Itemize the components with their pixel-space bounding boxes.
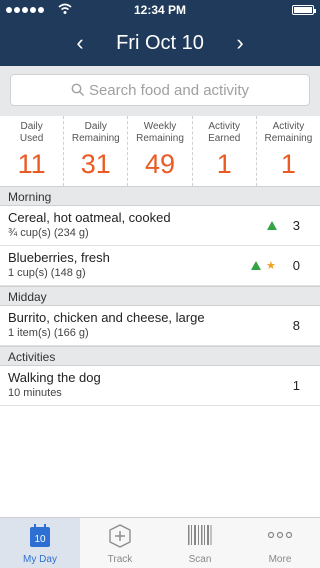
previous-day-button[interactable]: ‹ (60, 28, 100, 58)
tab-label: More (268, 554, 292, 565)
stat-label: Activity Remaining (264, 121, 313, 144)
triangle-icon (251, 261, 261, 270)
entry-portion: 1 item(s) (166 g) (8, 327, 89, 339)
food-entry-row[interactable]: Blueberries, fresh 1 cup(s) (148 g) ★ 0 (0, 246, 320, 286)
entry-name: Cereal, hot oatmeal, cooked (8, 210, 171, 225)
triangle-icon (267, 221, 277, 230)
stat-value: 1 (216, 149, 232, 179)
stat-label: Daily Used (19, 121, 44, 144)
date-navigator: ‹ Fri Oct 10 › (0, 28, 320, 58)
section-header-midday: Midday (0, 286, 320, 306)
stat-activity-earned[interactable]: Activity Earned 1 (193, 116, 257, 186)
tab-label: Track (107, 554, 133, 565)
stat-daily-used[interactable]: Daily Used 11 (0, 116, 65, 186)
search-placeholder: Search food and activity (88, 81, 250, 99)
calendar-icon: 10 (30, 524, 50, 547)
tab-label: My Day (23, 554, 57, 565)
tab-scan[interactable]: Scan (160, 518, 240, 568)
entry-points: 3 (292, 218, 300, 233)
stat-value: 31 (80, 149, 111, 179)
stat-activity-remaining[interactable]: Activity Remaining 1 (257, 116, 320, 186)
header: 12:34 PM ‹ Fri Oct 10 › (0, 0, 320, 66)
tab-more[interactable]: More (240, 518, 320, 568)
tab-track[interactable]: Track (80, 518, 160, 568)
section-header-morning: Morning (0, 186, 320, 206)
entry-portion: 1 cup(s) (148 g) (8, 267, 86, 279)
plus-circle-icon (109, 524, 131, 548)
stat-label: Activity Earned (208, 121, 241, 144)
points-summary: Daily Used 11 Daily Remaining 31 Weekly Rem… (0, 116, 320, 186)
barcode-icon (188, 525, 212, 545)
tab-label: Scan (188, 554, 212, 565)
section-header-activities: Activities (0, 346, 320, 366)
food-entry-row[interactable]: Burrito, chicken and cheese, large 1 ite… (0, 306, 320, 346)
status-time: 12:34 PM (133, 3, 187, 17)
stat-weekly-remaining[interactable]: Weekly Remaining 49 (128, 116, 193, 186)
more-dots-icon (267, 531, 293, 539)
svg-text:10: 10 (34, 534, 46, 545)
stat-label: Weekly Remaining (136, 121, 184, 144)
tab-my-day[interactable]: 10 My Day (0, 518, 80, 568)
search-bar-container: Search food and activity (0, 66, 320, 116)
stat-daily-remaining[interactable]: Daily Remaining 31 (64, 116, 129, 186)
entry-name: Burrito, chicken and cheese, large (8, 310, 205, 325)
entry-points: 0 (292, 258, 300, 273)
entry-portion: 10 minutes (8, 387, 62, 399)
stat-value: 11 (17, 149, 46, 179)
star-icon: ★ (266, 260, 276, 272)
tab-bar: 10 My Day Track Scan More (0, 517, 320, 568)
stat-value: 49 (144, 149, 176, 179)
next-day-button[interactable]: › (220, 28, 260, 58)
food-entry-row[interactable]: Cereal, hot oatmeal, cooked ¾ cup(s) (23… (0, 206, 320, 246)
entry-name: Walking the dog (8, 370, 101, 385)
entry-points: 8 (292, 318, 300, 333)
stat-value: 1 (280, 149, 296, 179)
search-input[interactable]: Search food and activity (10, 74, 310, 106)
entry-name: Blueberries, fresh (8, 250, 110, 265)
activity-entry-row[interactable]: Walking the dog 10 minutes 1 (0, 366, 320, 406)
search-icon (71, 83, 84, 96)
battery-icon (292, 5, 316, 15)
stat-label: Daily Remaining (71, 121, 120, 144)
entry-points: 1 (292, 378, 300, 393)
entry-portion: ¾ cup(s) (234 g) (8, 227, 89, 239)
date-title: Fri Oct 10 (116, 31, 204, 54)
status-bar: 12:34 PM (0, 0, 320, 20)
